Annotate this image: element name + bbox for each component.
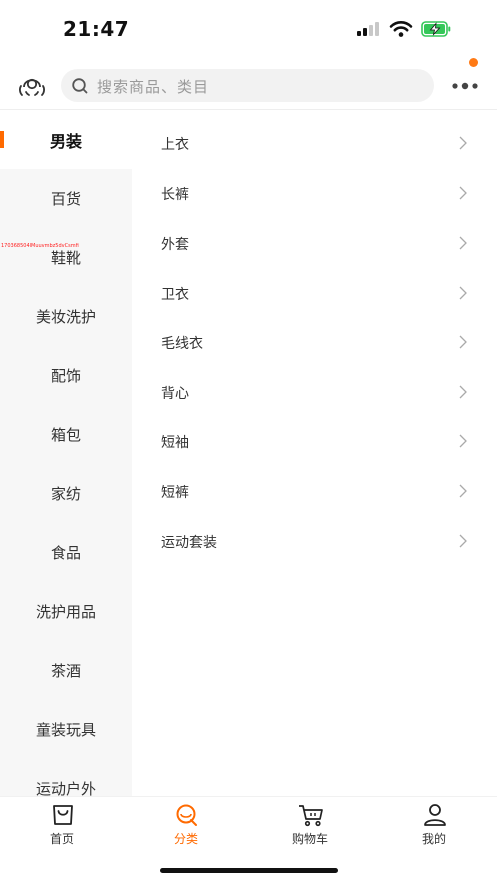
wifi-icon <box>389 21 413 37</box>
chevron-right-icon <box>459 186 467 200</box>
chevron-right-icon <box>459 484 467 498</box>
tab-label: 我的 <box>421 832 446 846</box>
sidebar-item-toiletries[interactable]: 洗护用品 <box>0 582 132 641</box>
user-icon <box>424 804 446 826</box>
sidebar-item-label: 茶酒 <box>50 662 81 680</box>
category-search-icon <box>176 804 197 826</box>
chevron-right-icon <box>459 385 467 399</box>
sidebar-item-accessories[interactable]: 配饰 <box>0 346 132 405</box>
subcategory-label: 外套 <box>161 237 189 253</box>
subcategory-item[interactable]: 上衣 <box>132 120 497 170</box>
customer-service-icon[interactable] <box>17 72 47 98</box>
top-header: 搜索商品、类目 <box>0 58 497 110</box>
subcategory-item[interactable]: 外套 <box>132 220 497 270</box>
subcategory-label: 短袖 <box>161 435 189 451</box>
sidebar-item-bags[interactable]: 箱包 <box>0 405 132 464</box>
sidebar-item-food[interactable]: 食品 <box>0 523 132 582</box>
sidebar-item-label: 箱包 <box>50 426 81 444</box>
sidebar-item-label: 美妆洗护 <box>35 308 96 326</box>
sidebar-item-label: 家纺 <box>50 485 81 503</box>
tab-home[interactable]: 首页 <box>0 797 124 857</box>
home-indicator <box>160 868 338 873</box>
subcategory-item[interactable]: 长裤 <box>132 170 497 220</box>
sidebar-item-menswear[interactable]: 男装 <box>0 110 132 169</box>
subcategory-item[interactable]: 运动套装 <box>132 518 497 568</box>
category-sidebar[interactable]: 男装 百货 鞋靴 美妆洗护 配饰 箱包 家纺 食品 洗护用品 茶酒 童装玩具 运… <box>0 110 132 796</box>
subcategory-item[interactable]: 短袖 <box>132 418 497 468</box>
tab-cart[interactable]: 购物车 <box>248 797 372 857</box>
subcategory-item[interactable]: 背心 <box>132 369 497 419</box>
chevron-right-icon <box>459 335 467 349</box>
active-indicator <box>0 131 4 148</box>
debug-overlay-text: 170368504lMuuvmbz5dvCsmfi <box>1 243 79 249</box>
search-icon <box>72 78 88 94</box>
sidebar-item-home-textiles[interactable]: 家纺 <box>0 464 132 523</box>
search-input[interactable]: 搜索商品、类目 <box>61 69 434 102</box>
chevron-right-icon <box>459 434 467 448</box>
subcategory-item[interactable]: 卫衣 <box>132 270 497 320</box>
cellular-signal-icon <box>357 22 381 36</box>
sidebar-item-tea-wine[interactable]: 茶酒 <box>0 641 132 700</box>
subcategory-label: 毛线衣 <box>161 336 203 352</box>
chevron-right-icon <box>459 236 467 250</box>
sidebar-item-shoes[interactable]: 鞋靴 <box>0 228 132 287</box>
tab-profile[interactable]: 我的 <box>372 797 496 857</box>
battery-charging-icon <box>421 21 451 37</box>
sidebar-item-label: 配饰 <box>50 367 81 385</box>
cart-icon <box>299 805 323 827</box>
sidebar-item-label: 百货 <box>50 190 81 208</box>
tab-label: 首页 <box>49 832 74 846</box>
sidebar-item-label: 食品 <box>50 544 81 562</box>
status-time: 21:47 <box>63 17 130 41</box>
subcategory-label: 运动套装 <box>161 535 217 551</box>
sidebar-item-label: 童装玩具 <box>35 721 96 739</box>
status-bar: 21:47 <box>0 0 497 58</box>
tab-label: 购物车 <box>291 832 328 846</box>
sidebar-item-beauty[interactable]: 美妆洗护 <box>0 287 132 346</box>
subcategory-label: 上衣 <box>161 137 189 153</box>
sidebar-item-general-goods[interactable]: 百货 <box>0 169 132 228</box>
bottom-tab-bar: 首页 分类 购物车 我的 <box>0 796 497 856</box>
sidebar-item-kids-toys[interactable]: 童装玩具 <box>0 700 132 759</box>
chevron-right-icon <box>459 534 467 548</box>
tab-label: 分类 <box>173 832 198 846</box>
sidebar-item-label: 鞋靴 <box>50 249 81 267</box>
tab-category[interactable]: 分类 <box>124 797 248 857</box>
subcategory-label: 卫衣 <box>161 287 189 303</box>
chevron-right-icon <box>459 286 467 300</box>
notification-dot <box>469 58 478 67</box>
subcategory-label: 短裤 <box>161 485 189 501</box>
search-placeholder: 搜索商品、类目 <box>97 78 210 96</box>
sidebar-item-label: 洗护用品 <box>35 603 96 621</box>
sidebar-item-sports-outdoor[interactable]: 运动户外 <box>0 759 132 796</box>
subcategory-label: 背心 <box>161 386 189 402</box>
shopping-bag-icon <box>53 805 73 825</box>
subcategory-item[interactable]: 短裤 <box>132 468 497 518</box>
chevron-right-icon <box>459 136 467 150</box>
sidebar-item-label: 运动户外 <box>35 780 96 796</box>
sidebar-item-label: 男装 <box>49 131 82 151</box>
subcategory-item[interactable]: 毛线衣 <box>132 319 497 369</box>
more-options-icon[interactable] <box>451 82 479 90</box>
subcategory-label: 长裤 <box>161 187 189 203</box>
